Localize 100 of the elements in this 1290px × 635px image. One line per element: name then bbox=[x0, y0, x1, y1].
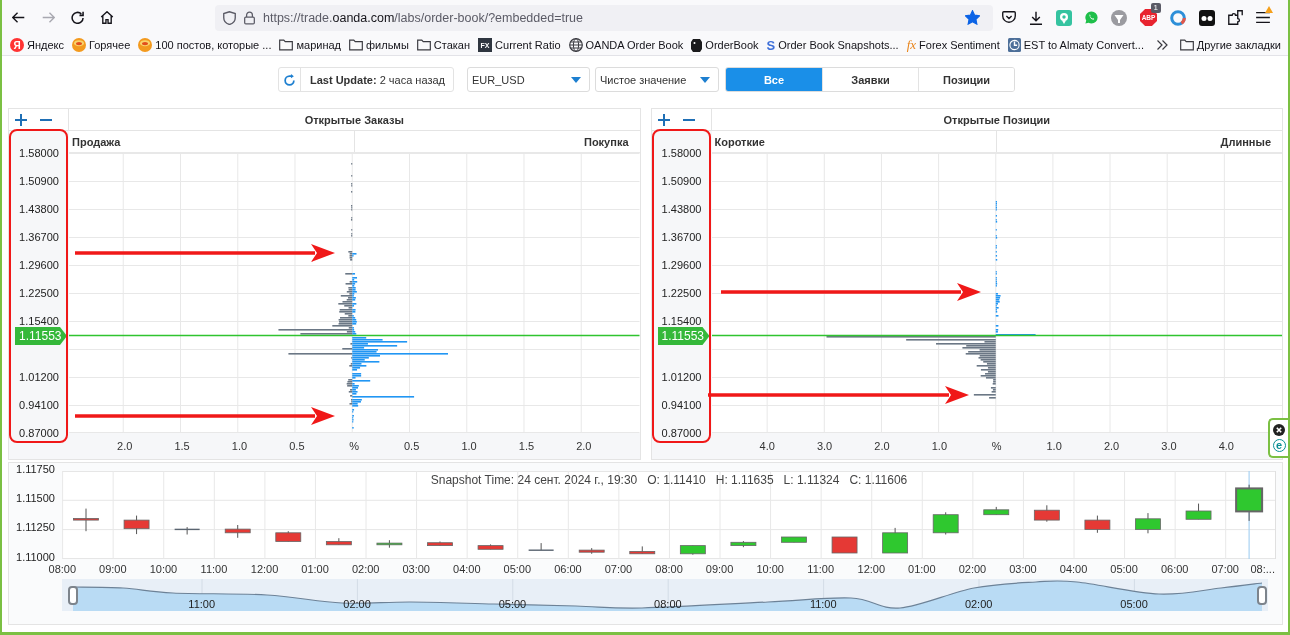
price-label: 1.11000 bbox=[16, 550, 55, 563]
candlestick bbox=[831, 536, 858, 554]
price-label: 0.94100 bbox=[19, 399, 59, 411]
time-label: 08:00 bbox=[654, 598, 682, 610]
puzzle-icon[interactable] bbox=[1228, 10, 1243, 25]
price-label: 1.43800 bbox=[19, 203, 59, 215]
site-logo: Я bbox=[10, 38, 24, 52]
refresh-icon bbox=[284, 73, 295, 86]
bookmark-item[interactable]: Я Яндекс bbox=[10, 38, 64, 52]
lock-icon bbox=[244, 10, 255, 25]
address-bar[interactable]: https://trade.oanda.com/labs/order-book/?embedded=true bbox=[215, 4, 993, 31]
candlestick bbox=[174, 526, 200, 535]
axis-label: 2.0 bbox=[117, 440, 133, 452]
time-label: 11:00 bbox=[188, 598, 216, 610]
price-label: 1.22500 bbox=[661, 287, 702, 299]
time-label: 11:00 bbox=[200, 563, 228, 575]
bookmark-item[interactable]: OrderBook bbox=[691, 38, 759, 52]
bookmark-item[interactable]: S Order Book Snapshots... bbox=[766, 38, 899, 52]
caret-down-icon bbox=[571, 76, 581, 83]
candlestick bbox=[730, 540, 757, 548]
minus-icon[interactable] bbox=[40, 118, 52, 121]
caret-down-icon bbox=[700, 76, 710, 83]
shield-icon[interactable] bbox=[223, 10, 236, 25]
instrument-dropdown[interactable]: EUR_USD bbox=[467, 67, 590, 92]
bookmark-item[interactable]: фильмы bbox=[349, 39, 409, 51]
time-label: 01:00 bbox=[908, 563, 936, 575]
eyes-icon[interactable] bbox=[1199, 9, 1215, 26]
menu-icon[interactable] bbox=[1256, 12, 1270, 23]
candlestick bbox=[932, 511, 959, 535]
close-icon[interactable] bbox=[1273, 424, 1285, 436]
time-label: 11:00 bbox=[809, 598, 837, 610]
plus-icon[interactable] bbox=[657, 113, 670, 126]
axis-label: 4.0 bbox=[1218, 440, 1234, 452]
time-label: 03:00 bbox=[402, 563, 430, 575]
price-label: 1.01200 bbox=[661, 371, 702, 383]
folder-icon bbox=[416, 39, 431, 51]
axis-label: 3.0 bbox=[816, 440, 833, 452]
site-logo: fx bbox=[906, 38, 917, 52]
mode-dropdown[interactable]: Чистое значение bbox=[595, 67, 719, 92]
pocket-icon[interactable] bbox=[1002, 11, 1016, 24]
axis-label: 1.5 bbox=[174, 440, 190, 452]
price-label: 1.58000 bbox=[19, 147, 59, 159]
candlestick bbox=[679, 545, 706, 556]
bookmark-star-icon[interactable] bbox=[965, 10, 980, 25]
side-label: Длинные bbox=[1220, 135, 1271, 148]
side-label: Продажа bbox=[72, 135, 121, 148]
time-label: 05:00 bbox=[498, 598, 527, 610]
download-icon[interactable] bbox=[1029, 10, 1043, 25]
time-label: 05:00 bbox=[503, 563, 532, 575]
candlestick bbox=[73, 508, 99, 532]
bookmark-item[interactable]: маринад bbox=[279, 39, 341, 51]
bookmark-item[interactable]: Стакан bbox=[416, 39, 471, 51]
bookmark-item[interactable]: EST to Almaty Convert... bbox=[1007, 38, 1144, 52]
bookmark-item[interactable]: 100 постов, которые ... bbox=[138, 38, 272, 52]
time-label: 01:00 bbox=[301, 563, 329, 575]
bookmark-item[interactable]: Горячее bbox=[72, 38, 131, 52]
snapshot-time: Snapshot Time: 24 сент. 2024 г., 19:30 bbox=[430, 473, 638, 487]
minus-icon[interactable] bbox=[682, 118, 695, 121]
count-badge: 1 bbox=[1150, 3, 1161, 13]
time-label: 07:00 bbox=[604, 563, 633, 575]
price-label: 0.87000 bbox=[661, 427, 702, 439]
site-logo: S bbox=[766, 38, 776, 52]
candlestick bbox=[983, 506, 1010, 516]
axis-label: 1.0 bbox=[1046, 440, 1062, 452]
axis-label: 1.5 bbox=[518, 440, 535, 452]
range-handle[interactable] bbox=[68, 586, 78, 605]
view-tab[interactable]: Позиции bbox=[918, 68, 1014, 91]
time-label: 06:00 bbox=[554, 563, 582, 575]
axis-label: 1.0 bbox=[931, 440, 947, 452]
candlestick bbox=[528, 542, 554, 551]
bookmark-item[interactable]: fx Forex Sentiment bbox=[906, 38, 1000, 52]
plus-icon[interactable] bbox=[15, 113, 27, 126]
current-price-label: 1.11553 bbox=[657, 327, 710, 345]
price-label: 1.11500 bbox=[16, 491, 55, 504]
axis-label: 3.0 bbox=[1161, 440, 1177, 452]
ohlc-value: C: 1.11606 bbox=[849, 473, 908, 487]
axis-label: 0.5 bbox=[404, 440, 420, 452]
globe-icon bbox=[568, 38, 583, 52]
last-update-text: Last Update: 2 часа назад bbox=[309, 73, 446, 86]
side-label: Покупка bbox=[584, 135, 629, 148]
range-handle[interactable] bbox=[1257, 586, 1267, 605]
candlestick bbox=[275, 530, 302, 542]
time-label: 02:00 bbox=[351, 563, 380, 575]
price-label: 0.94100 bbox=[661, 399, 702, 411]
price-label: 1.43800 bbox=[661, 203, 702, 215]
time-label: 02:00 bbox=[958, 563, 987, 575]
bookmark-folder-item[interactable]: Другие закладки bbox=[1179, 39, 1281, 51]
axis-label: 2.0 bbox=[576, 440, 592, 452]
funnel-icon[interactable] bbox=[1111, 9, 1127, 26]
time-label: 10:00 bbox=[149, 563, 178, 575]
ring-icon[interactable] bbox=[1170, 9, 1186, 26]
bookmark-item[interactable]: OANDA Order Book bbox=[568, 38, 684, 52]
ohlc-value: H: 1.11635 bbox=[715, 473, 774, 487]
candlestick bbox=[1235, 484, 1264, 522]
double-chevron-icon[interactable] bbox=[1156, 40, 1168, 50]
axis-label: % bbox=[991, 440, 1002, 452]
time-label: 12:00 bbox=[857, 563, 886, 575]
price-label: 1.15400 bbox=[19, 315, 59, 327]
candlestick bbox=[325, 537, 352, 546]
price-label: 1.29600 bbox=[661, 259, 702, 271]
